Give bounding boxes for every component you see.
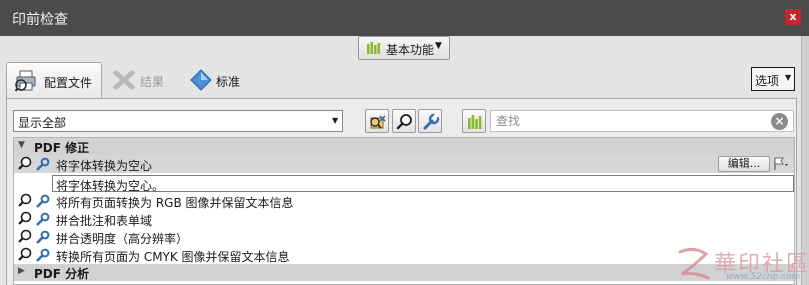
tab-profiles[interactable]: 配置文件: [6, 62, 102, 98]
list-item[interactable]: 拼合透明度（高分辨率）: [14, 228, 794, 246]
printer-icon: [14, 70, 39, 95]
statistics-button[interactable]: [462, 109, 486, 133]
list-item-label: 拼合批注和表单域: [56, 214, 153, 228]
workspace-mode-dropdown[interactable]: 基本功能 ▼: [358, 36, 450, 60]
fixup-type-icons: [18, 247, 52, 263]
profile-filter-select[interactable]: 显示全部 ▼: [13, 110, 343, 132]
bar-chart-icon: [468, 115, 482, 129]
tab-profiles-label: 配置文件: [44, 76, 93, 90]
expanded-triangle-icon: ▼: [18, 140, 25, 150]
chevron-down-icon: ▼: [435, 41, 442, 51]
profile-icon: [370, 115, 386, 129]
list-item-label: 转换所有页面为 CMYK 图像并保留文本信息: [56, 250, 290, 264]
profile-filter-value: 显示全部: [18, 116, 67, 130]
list-item-label: 将字体转换为空心: [56, 159, 153, 173]
list-item[interactable]: 转换所有页面为 CMYK 图像并保留文本信息: [14, 246, 794, 264]
magnifier-icon: [396, 114, 412, 130]
select-checks-button[interactable]: [392, 109, 416, 133]
close-button[interactable]: x: [785, 9, 801, 25]
title-bar: 印前检查 x: [0, 0, 809, 36]
diamond-icon: [190, 69, 212, 94]
search-box[interactable]: [490, 110, 794, 132]
section-header-pdf-fixups[interactable]: ▼ PDF 修正: [14, 138, 794, 155]
wrench-cross-icon: [112, 70, 136, 93]
section-title: PDF 分析: [34, 267, 90, 281]
clear-search-icon[interactable]: ×: [771, 113, 788, 130]
fixup-type-icons: [18, 193, 52, 209]
list-item-label: 拼合透明度（高分辨率）: [56, 232, 189, 246]
options-label: 选项: [755, 74, 780, 88]
tab-standards[interactable]: 标准: [186, 62, 256, 98]
collapsed-triangle-icon: ▶: [18, 266, 25, 276]
select-profiles-button[interactable]: [365, 109, 389, 133]
tab-results-label: 结果: [140, 75, 165, 89]
window-title: 印前检查: [12, 12, 68, 28]
section-title: PDF 修正: [34, 141, 90, 155]
list-item[interactable]: 拼合批注和表单域: [14, 210, 794, 228]
workspace-mode-label: 基本功能: [386, 43, 435, 57]
tab-results[interactable]: 结果: [108, 62, 184, 98]
list-item-label: 将所有页面转换为 RGB 图像并保留文本信息: [56, 196, 294, 210]
bar-chart-icon: [367, 42, 381, 57]
flag-icon: [774, 157, 788, 170]
options-dropdown[interactable]: 选项 ▼: [751, 67, 795, 91]
chevron-down-icon: ▼: [785, 73, 792, 82]
fixup-type-icons: [18, 156, 52, 172]
wrench-icon: [423, 113, 440, 130]
chevron-down-icon: ▼: [332, 116, 339, 125]
list-item[interactable]: 将所有页面转换为 RGB 图像并保留文本信息: [14, 192, 794, 210]
window-edge-scrollbar[interactable]: [801, 36, 809, 285]
flag-dropdown[interactable]: [773, 156, 791, 172]
fixup-type-icons: [18, 211, 52, 227]
tab-standards-label: 标准: [216, 75, 241, 89]
section-header-pdf-analysis[interactable]: ▶ PDF 分析: [14, 264, 794, 281]
fixup-list: ▼ PDF 修正 将字体转换为空心 编辑... 将字体转换为空心。 将所有页面转…: [13, 137, 795, 285]
edit-button[interactable]: 编辑...: [718, 156, 770, 172]
select-fixups-button[interactable]: [418, 109, 442, 133]
list-item[interactable]: 将字体转换为空心 编辑...: [14, 155, 794, 173]
fixup-description: 将字体转换为空心。: [52, 175, 794, 193]
fixup-type-icons: [18, 229, 52, 245]
search-input[interactable]: [496, 113, 766, 129]
